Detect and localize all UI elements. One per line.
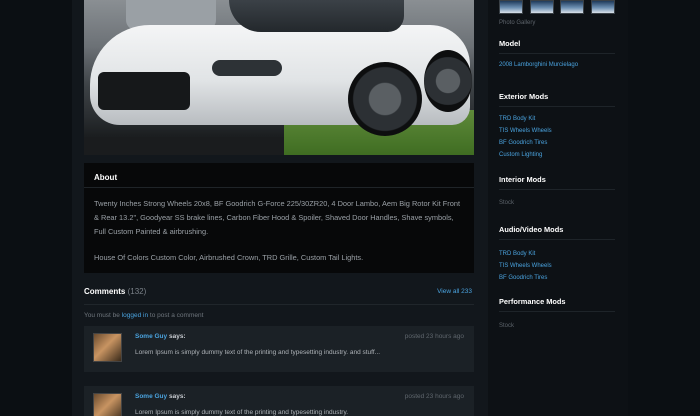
interior-mods-heading: Interior Mods	[499, 175, 546, 184]
about-description: Twenty Inches Strong Wheels 20x8, BF Goo…	[94, 199, 461, 236]
comments-title: Comments (132)	[84, 287, 146, 296]
model-heading: Model	[499, 39, 521, 48]
login-notice: You must be logged in to post a comment	[84, 312, 203, 319]
comments-title-label: Comments	[84, 287, 126, 296]
divider	[84, 187, 474, 188]
exterior-mod-link[interactable]: BF Goodrich Tires	[499, 140, 547, 146]
about-details: House Of Colors Custom Color, Airbrushed…	[94, 253, 364, 262]
photo-gallery-label: Photo Gallery	[499, 20, 536, 26]
car-wheel-far	[424, 50, 472, 112]
comment-author: Some Guy says:	[135, 333, 186, 340]
audio-mod-link[interactable]: BF Goodrich Tires	[499, 275, 547, 281]
car-photo	[84, 0, 474, 155]
comments-header: Comments (132) View all 233	[84, 287, 474, 305]
audio-video-mods-heading: Audio/Video Mods	[499, 225, 564, 234]
car-windshield	[229, 0, 404, 32]
about-heading: About	[94, 173, 118, 182]
avatar[interactable]	[93, 333, 122, 362]
divider	[499, 239, 615, 240]
divider	[499, 311, 615, 312]
divider	[499, 189, 615, 190]
audio-mod-link[interactable]: TRD Body Kit	[499, 251, 535, 257]
login-prefix: You must be	[84, 312, 120, 319]
audio-mod-link[interactable]: TIS Wheels Wheels	[499, 263, 552, 269]
comment-author: Some Guy says:	[135, 393, 186, 400]
sidebar: Photo Gallery Model 2008 Lamborghini Mur…	[488, 0, 628, 416]
comment-item: Some Guy says: posted 23 hours ago Lorem…	[84, 386, 474, 416]
comment-item: Some Guy says: posted 23 hours ago Lorem…	[84, 326, 474, 372]
performance-mods-heading: Performance Mods	[499, 297, 566, 306]
gallery-thumbnail[interactable]	[530, 0, 554, 14]
exterior-mods-heading: Exterior Mods	[499, 92, 549, 101]
avatar[interactable]	[93, 393, 122, 416]
about-panel: About Twenty Inches Strong Wheels 20x8, …	[84, 163, 474, 273]
login-suffix: to post a comment	[149, 312, 204, 319]
car-headlight	[212, 60, 282, 76]
comment-text: Lorem Ipsum is simply dummy text of the …	[135, 349, 381, 356]
comments-count: (132)	[127, 287, 147, 296]
comment-author-link[interactable]: Some Guy	[135, 333, 167, 340]
comment-timestamp: posted 23 hours ago	[404, 333, 464, 340]
model-link[interactable]: 2008 Lamborghini Murcielago	[499, 62, 578, 68]
exterior-mod-link[interactable]: TRD Body Kit	[499, 116, 535, 122]
gallery-thumbnail[interactable]	[499, 0, 523, 14]
interior-mods-value: Stock	[499, 200, 515, 206]
divider	[499, 53, 615, 54]
comment-says: says:	[168, 393, 186, 400]
comment-says: says:	[168, 333, 186, 340]
login-link[interactable]: logged in	[122, 312, 148, 319]
comment-timestamp: posted 23 hours ago	[404, 393, 464, 400]
car-wheel-rear	[348, 62, 422, 136]
divider	[499, 106, 615, 107]
exterior-mod-link[interactable]: TIS Wheels Wheels	[499, 128, 552, 134]
exterior-mod-link[interactable]: Custom Lighting	[499, 152, 542, 158]
gallery-thumbnail[interactable]	[560, 0, 584, 14]
comment-text: Lorem Ipsum is simply dummy text of the …	[135, 409, 349, 416]
gallery-thumbnail[interactable]	[591, 0, 615, 14]
car-grille	[98, 72, 190, 110]
divider	[84, 304, 474, 305]
performance-mods-value: Stock	[499, 323, 515, 329]
comment-author-link[interactable]: Some Guy	[135, 393, 167, 400]
view-all-comments-link[interactable]: View all 233	[437, 288, 472, 295]
